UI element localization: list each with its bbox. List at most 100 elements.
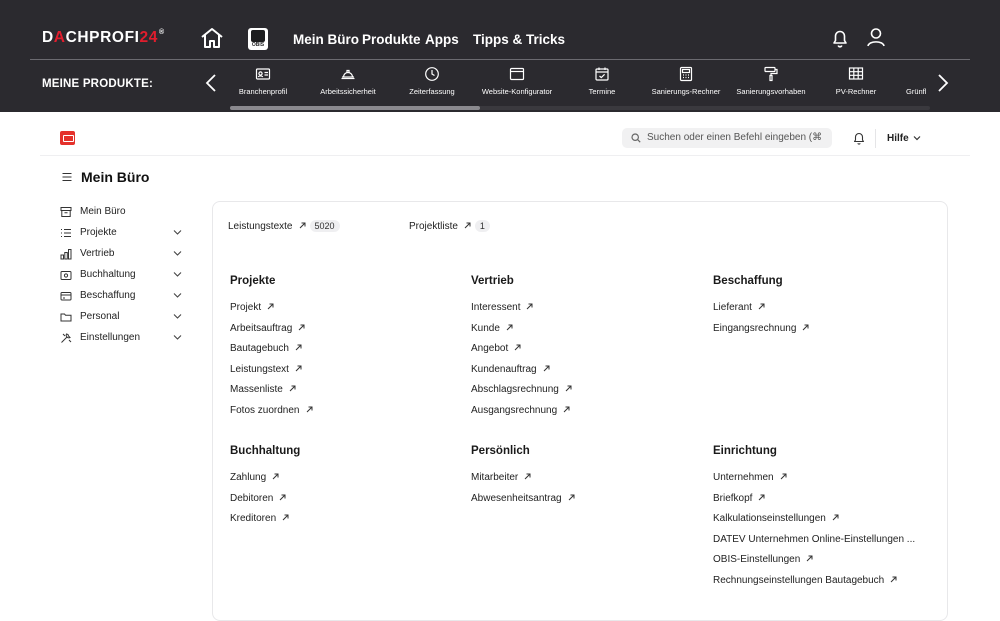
chevron-right-icon[interactable] (937, 73, 949, 93)
product-label: Sanierungs-Rechner (651, 87, 721, 96)
shortcut-label: Leistungstexte (228, 221, 293, 232)
workspace-card (212, 201, 948, 621)
notifications-bell-icon[interactable] (831, 28, 849, 48)
nav-produkte[interactable]: Produkte (362, 32, 421, 47)
my-products-heading: MEINE PRODUKTE: (42, 78, 153, 90)
product-arbeitssicherheit[interactable]: Arbeitssicherheit (300, 66, 396, 102)
sidebar-item-mein-buero[interactable]: Mein Büro (60, 204, 185, 222)
link-einrichtung-4[interactable]: OBIS-Einstellungen (713, 554, 813, 565)
dachprofi-logo[interactable]: DACHPROFI24® (42, 29, 165, 47)
logo-text-accent: 24 (139, 29, 158, 46)
link-buchhaltung-2[interactable]: Kreditoren (230, 513, 289, 524)
link-projekte-1[interactable]: Arbeitsauftrag (230, 323, 305, 334)
link-vertrieb-4[interactable]: Abschlagsrechnung (471, 384, 572, 395)
sidebar-item-einstellungen[interactable]: Einstellungen (60, 330, 185, 348)
section-title-vertrieb: Vertrieb (471, 275, 514, 287)
sidebar-item-buchhaltung[interactable]: Buchhaltung (60, 267, 185, 285)
link-vertrieb-5[interactable]: Ausgangsrechnung (471, 405, 570, 416)
link-beschaffung-0[interactable]: Lieferant (713, 302, 765, 313)
product-sanierungsvorhaben[interactable]: Sanierungsvorhaben (723, 66, 819, 102)
nav-tipps-tricks[interactable]: Tipps & Tricks (473, 32, 565, 47)
link-buchhaltung-0[interactable]: Zahlung (230, 472, 279, 483)
link-vertrieb-1[interactable]: Kunde (471, 323, 513, 334)
user-account-icon[interactable] (866, 27, 886, 47)
product-pv-rechner[interactable]: PV-Rechner (808, 66, 904, 102)
link-einrichtung-0[interactable]: Unternehmen (713, 472, 787, 483)
obis-app-icon[interactable]: OBIS (248, 28, 268, 50)
help-dropdown[interactable]: Hilfe (887, 133, 921, 144)
link-persoenlich-0[interactable]: Mitarbeiter (471, 472, 531, 483)
link-projekte-3[interactable]: Leistungstext (230, 364, 302, 375)
link-vertrieb-2[interactable]: Angebot (471, 343, 521, 354)
shortcut-projektliste[interactable]: Projektliste 1 (409, 220, 490, 232)
sidebar-item-label: Einstellungen (80, 332, 141, 343)
sidebar-item-beschaffung[interactable]: Beschaffung (60, 288, 185, 306)
link-projekte-4[interactable]: Massenliste (230, 384, 296, 395)
products-scroll-thumb[interactable] (230, 106, 480, 110)
sidebar-item-label: Projekte (80, 227, 117, 238)
link-label: Ausgangsrechnung (471, 404, 558, 416)
search-input[interactable]: Suchen oder einen Befehl eingeben (⌘ (622, 128, 832, 148)
shortcut-leistungstexte[interactable]: Leistungstexte 5020 (228, 220, 340, 232)
nav-apps[interactable]: Apps (425, 32, 459, 47)
section-title-buchhaltung: Buchhaltung (230, 445, 301, 457)
nav-mein-buero[interactable]: Mein Büro (293, 32, 359, 47)
app-logo[interactable] (60, 131, 75, 145)
link-einrichtung-1[interactable]: Briefkopf (713, 493, 765, 504)
credit-card-icon (60, 292, 72, 301)
section-title-beschaffung: Beschaffung (713, 275, 783, 287)
clock-icon (425, 67, 439, 81)
header-divider (40, 155, 970, 156)
link-persoenlich-1[interactable]: Abwesenheitsantrag (471, 493, 575, 504)
link-label: Angebot (471, 343, 509, 354)
link-einrichtung-3[interactable]: DATEV Unternehmen Online-Einstellungen .… (713, 534, 915, 545)
link-label: Kunde (471, 322, 500, 334)
link-label: Bautagebuch (230, 343, 289, 354)
arrow-up-right-icon (758, 303, 765, 310)
link-label: Projekt (230, 302, 262, 313)
home-icon[interactable] (200, 27, 224, 49)
product-label: Zeiterfassung (409, 87, 455, 96)
top-navigation-bar: DACHPROFI24® OBIS Mein Büro Produkte App… (0, 0, 1000, 112)
product-zeiterfassung[interactable]: Zeiterfassung (384, 66, 480, 102)
helmet-icon (341, 69, 355, 80)
arrow-up-right-icon (543, 365, 550, 371)
sidebar-item-label: Beschaffung (80, 290, 136, 301)
link-buchhaltung-1[interactable]: Debitoren (230, 493, 286, 504)
section-title-projekte: Projekte (230, 275, 276, 287)
count-badge: 1 (474, 220, 490, 232)
notification-bell-icon[interactable] (853, 132, 865, 145)
product-sanierungs-rechner[interactable]: Sanierungs-Rechner (638, 66, 734, 102)
arrow-up-right-icon (299, 222, 305, 229)
products-row: MEINE PRODUKTE: Branchenprofil Arbeitssi… (0, 60, 1000, 112)
logo-text: D (42, 29, 54, 46)
link-einrichtung-5[interactable]: Rechnungseinstellungen Bautagebuch (713, 575, 897, 586)
product-website-konfigurator[interactable]: Website-Konfigurator (469, 66, 565, 102)
sidebar-item-label: Mein Büro (80, 206, 126, 217)
bar-chart-icon (60, 249, 72, 260)
link-projekte-0[interactable]: Projekt (230, 302, 274, 313)
arrow-up-right-icon (832, 514, 839, 521)
link-projekte-2[interactable]: Bautagebuch (230, 343, 302, 354)
link-vertrieb-3[interactable]: Kundenauftrag (471, 364, 550, 375)
link-einrichtung-2[interactable]: Kalkulationseinstellungen (713, 513, 839, 524)
arrow-up-right-icon (514, 344, 521, 351)
product-label: Grünfl (906, 87, 927, 96)
sidebar-item-projekte[interactable]: Projekte (60, 225, 185, 243)
arrow-up-right-icon (289, 385, 296, 392)
main-nav-row: DACHPROFI24® OBIS Mein Büro Produkte App… (0, 0, 1000, 60)
link-beschaffung-1[interactable]: Eingangsrechnung (713, 323, 809, 334)
link-vertrieb-0[interactable]: Interessent (471, 302, 533, 313)
product-branchenprofil[interactable]: Branchenprofil (215, 66, 311, 102)
sidebar-item-personal[interactable]: Personal (60, 309, 185, 327)
product-termine[interactable]: Termine (554, 66, 650, 102)
hamburger-menu-icon[interactable] (62, 172, 72, 182)
count-badge: 5020 (309, 220, 340, 232)
arrow-up-right-icon (295, 365, 302, 371)
link-projekte-5[interactable]: Fotos zuordnen (230, 405, 313, 416)
sidebar-item-vertrieb[interactable]: Vertrieb (60, 246, 185, 264)
section-title-einrichtung: Einrichtung (713, 445, 777, 457)
sidebar-item-label: Buchhaltung (80, 269, 136, 280)
id-card-icon (255, 68, 271, 80)
product-gruenflaeche[interactable]: Grünfl (892, 66, 932, 102)
